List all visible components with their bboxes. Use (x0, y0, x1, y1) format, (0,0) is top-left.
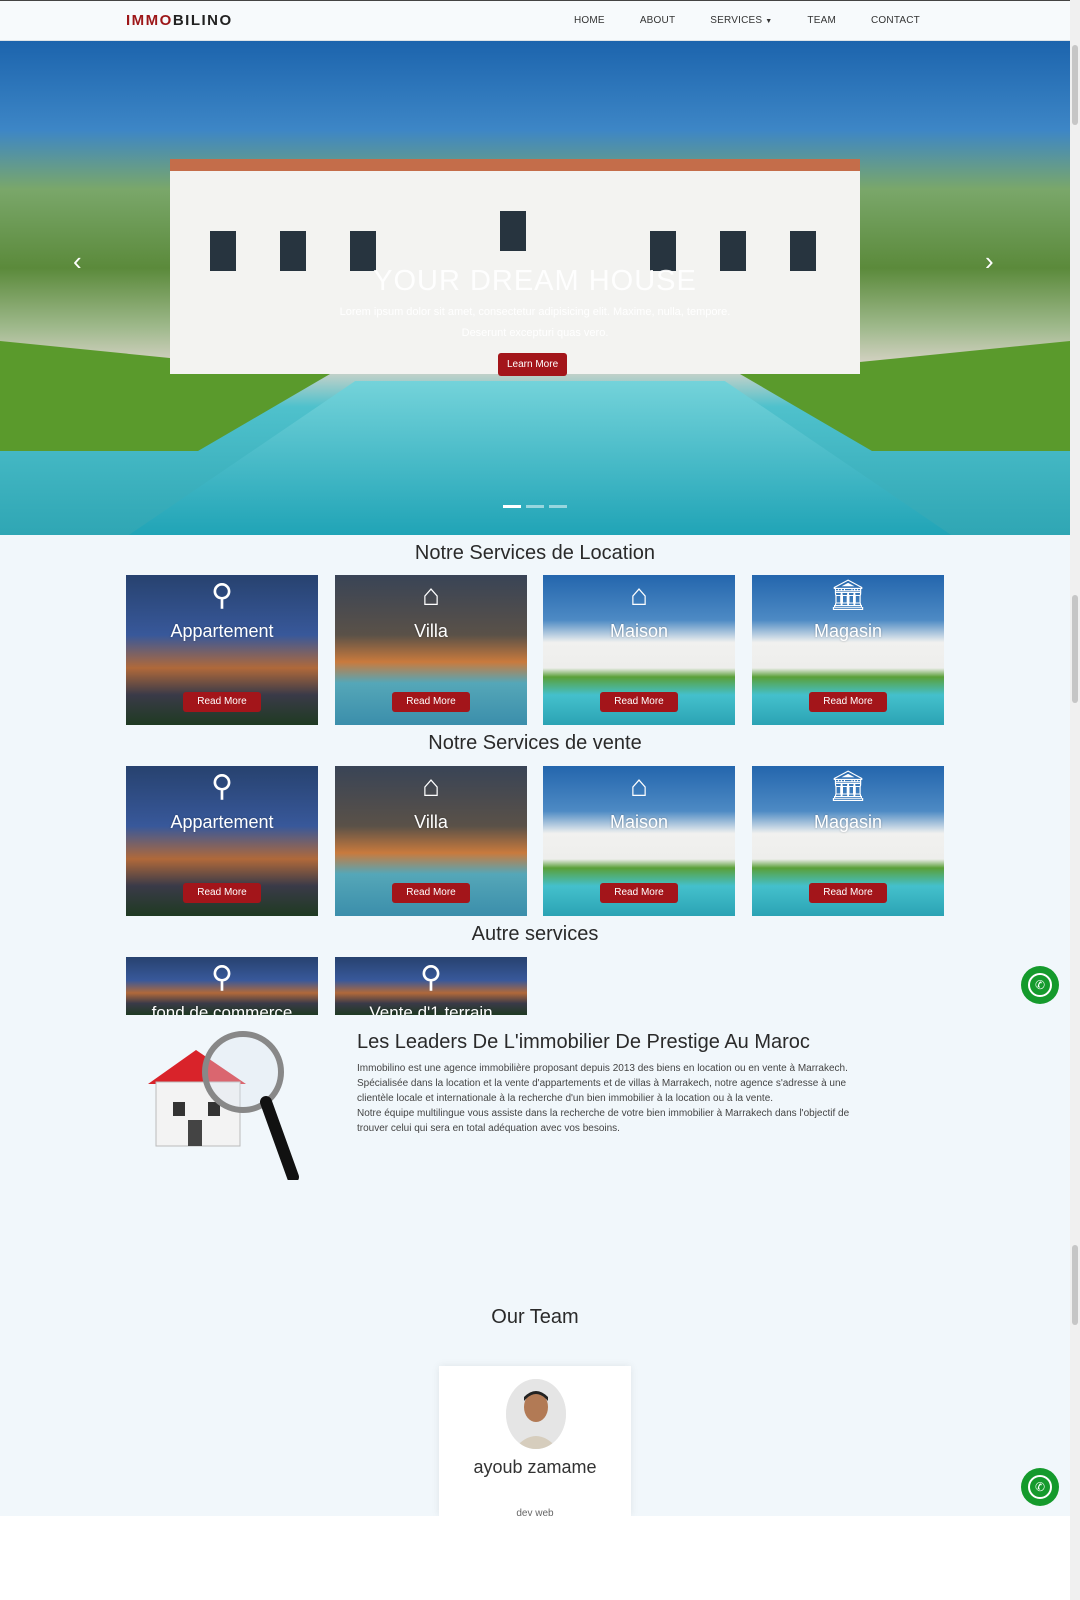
search-icon: ⚲ (211, 770, 233, 803)
location-section-title: Notre Services de Location (414, 542, 656, 564)
autre-card-fond-de-commerce[interactable]: ⚲ fond de commerce (126, 957, 318, 1015)
whatsapp-button[interactable]: ✆ (1021, 966, 1059, 1004)
hero-carousel: ‹ › YOUR DREAM HOUSE Lorem ipsum dolor s… (0, 41, 1070, 535)
house-icon: ⌂ (421, 770, 441, 803)
nav-links: HOME ABOUT SERVICES ▼ TEAM CONTACT (539, 15, 920, 26)
nav-services-label: SERVICES (710, 15, 763, 26)
caret-down-icon: ▼ (765, 18, 773, 25)
whatsapp-icon: ✆ (1028, 1475, 1052, 1499)
about-text: Immobilino est une agence immobilière pr… (357, 1061, 867, 1136)
vente-card-maison[interactable]: ⌂ Maison Read More (543, 766, 735, 916)
brand-logo[interactable]: IMMOBILINO (126, 12, 233, 29)
read-more-button[interactable]: Read More (809, 692, 887, 712)
location-card-appartement[interactable]: ⚲ Appartement Read More (126, 575, 318, 725)
nav-contact[interactable]: CONTACT (871, 15, 920, 26)
read-more-button[interactable]: Read More (600, 692, 678, 712)
carousel-indicator-3[interactable] (549, 505, 567, 508)
location-card-maison[interactable]: ⌂ Maison Read More (543, 575, 735, 725)
avatar (506, 1379, 566, 1449)
card-label: Villa (414, 812, 448, 832)
search-icon: ⚲ (420, 961, 442, 994)
autre-section-title: Autre services (471, 923, 599, 945)
brand-part-dark: BILINO (172, 12, 233, 29)
hero-title: YOUR DREAM HOUSE (373, 265, 697, 297)
carousel-indicators (503, 505, 567, 508)
read-more-button[interactable]: Read More (600, 883, 678, 903)
scrollbar[interactable] (1070, 0, 1080, 1600)
vente-card-appartement[interactable]: ⚲ Appartement Read More (126, 766, 318, 916)
nav-team[interactable]: TEAM (807, 15, 836, 26)
card-label: fond de commerce (151, 1003, 293, 1015)
brand-part-red: IMMO (126, 12, 173, 29)
team-section-title: Our Team (491, 1306, 579, 1328)
nav-about[interactable]: ABOUT (640, 15, 675, 26)
card-label: Appartement (170, 621, 274, 641)
scrollbar-thumb-2[interactable] (1072, 595, 1078, 703)
read-more-button[interactable]: Read More (183, 883, 261, 903)
autre-card-vente-terrain[interactable]: ⚲ Vente d'1 terrain (335, 957, 527, 1015)
location-card-magasin[interactable]: 🏛 Magasin Read More (752, 575, 944, 725)
vente-section-title: Notre Services de vente (428, 732, 642, 754)
whatsapp-icon: ✆ (1028, 973, 1052, 997)
bank-icon: 🏛 (828, 579, 868, 612)
read-more-button[interactable]: Read More (392, 692, 470, 712)
house-icon: ⌂ (421, 579, 441, 612)
team-member-card: ayoub zamame dev web (439, 1366, 631, 1519)
read-more-button[interactable]: Read More (809, 883, 887, 903)
card-label: Maison (609, 621, 669, 641)
navbar: IMMOBILINO HOME ABOUT SERVICES ▼ TEAM CON… (0, 0, 1070, 41)
home-filled-icon: ⌂ (629, 770, 649, 803)
learn-more-button[interactable]: Learn More (498, 353, 568, 376)
about-title: Les Leaders De L'immobilier De Prestige … (357, 1031, 810, 1053)
read-more-button[interactable]: Read More (183, 692, 261, 712)
card-label: Vente d'1 terrain (369, 1003, 493, 1015)
carousel-indicator-1[interactable] (503, 505, 521, 508)
card-label: Villa (414, 621, 448, 641)
card-label: Appartement (170, 812, 274, 832)
search-icon: ⚲ (211, 579, 233, 612)
nav-home[interactable]: HOME (574, 15, 605, 26)
search-icon: ⚲ (211, 961, 233, 994)
vente-card-magasin[interactable]: 🏛 Magasin Read More (752, 766, 944, 916)
card-label: Maison (609, 812, 669, 832)
about-paragraph-2: Notre équipe multilingue vous assiste da… (357, 1108, 850, 1134)
house-magnifier-image (148, 1031, 299, 1180)
vente-card-villa[interactable]: ⌂ Villa Read More (335, 766, 527, 916)
home-filled-icon: ⌂ (629, 579, 649, 612)
location-card-villa[interactable]: ⌂ Villa Read More (335, 575, 527, 725)
whatsapp-button-2[interactable]: ✆ (1021, 1468, 1059, 1506)
page-footer-space (0, 1516, 1070, 1600)
card-label: Magasin (813, 812, 883, 832)
nav-services[interactable]: SERVICES ▼ (710, 15, 772, 26)
hero-text: Lorem ipsum dolor sit amet, consectetur … (339, 306, 731, 339)
carousel-indicator-2[interactable] (526, 505, 544, 508)
card-label: Magasin (813, 621, 883, 641)
bank-icon: 🏛 (828, 770, 868, 803)
member-name: ayoub zamame (473, 1457, 597, 1477)
read-more-button[interactable]: Read More (392, 883, 470, 903)
about-paragraph-1: Immobilino est une agence immobilière pr… (357, 1063, 848, 1104)
scrollbar-thumb-3[interactable] (1072, 1245, 1078, 1325)
scrollbar-thumb[interactable] (1072, 45, 1078, 125)
